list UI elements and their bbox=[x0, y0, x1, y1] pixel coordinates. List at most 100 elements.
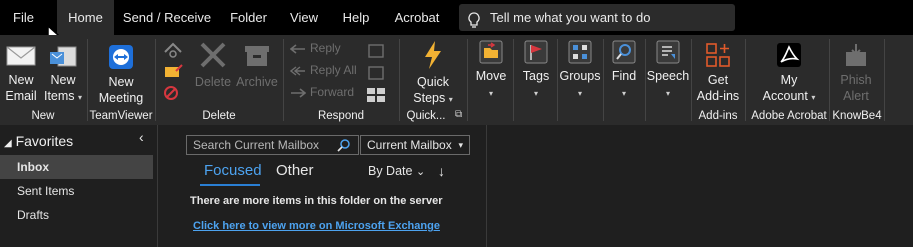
group-divider bbox=[884, 39, 885, 121]
new-email-line1: New bbox=[8, 73, 34, 87]
tags-button[interactable]: Tags ▾ bbox=[516, 40, 556, 102]
message-list: Search Current Mailbox Current Mailbox ▾… bbox=[159, 125, 487, 247]
archive-button[interactable]: Archive bbox=[234, 40, 280, 90]
my-account-line1: My bbox=[780, 73, 798, 87]
chevron-down-icon: ▾ bbox=[78, 93, 83, 102]
reply-all-button[interactable]: Reply All bbox=[289, 60, 357, 80]
tags-label: Tags bbox=[522, 69, 550, 83]
get-addins-line2: Add-ins bbox=[696, 89, 740, 103]
move-folder-icon bbox=[479, 40, 503, 64]
find-label: Find bbox=[611, 69, 637, 83]
search-scope-dropdown[interactable]: Current Mailbox ▾ bbox=[360, 135, 470, 155]
tell-me-text: Tell me what you want to do bbox=[490, 10, 651, 25]
my-account-line2: Account bbox=[762, 89, 808, 103]
search-placeholder: Search Current Mailbox bbox=[193, 138, 320, 152]
clean-up-icon[interactable] bbox=[162, 62, 184, 80]
search-input[interactable]: Search Current Mailbox bbox=[186, 135, 359, 155]
my-account-button[interactable]: My Account ▾ bbox=[750, 42, 828, 106]
get-addins-line1: Get bbox=[707, 73, 729, 87]
new-meeting-button[interactable]: New Meeting bbox=[90, 44, 152, 106]
search-icon[interactable] bbox=[337, 139, 350, 157]
tab-acrobat[interactable]: Acrobat bbox=[381, 0, 453, 35]
magnifier-icon bbox=[612, 40, 636, 64]
reply-button[interactable]: Reply bbox=[289, 38, 341, 58]
group-divider bbox=[399, 39, 400, 121]
quick-steps-line1: Quick bbox=[417, 75, 449, 89]
reply-label: Reply bbox=[310, 41, 341, 55]
quick-steps-button[interactable]: Quick Steps ▾ bbox=[404, 40, 462, 108]
more-respond-icon[interactable] bbox=[366, 87, 386, 103]
new-items-button[interactable]: New Items ▾ bbox=[40, 44, 86, 106]
ribbon: New Email New Items ▾ New New Meeting Te… bbox=[0, 35, 913, 125]
im-reply-icon[interactable] bbox=[368, 66, 384, 80]
tab-view[interactable]: View bbox=[277, 0, 331, 35]
speech-label: Speech bbox=[646, 69, 690, 83]
groups-icon bbox=[568, 40, 592, 64]
chevron-down-icon: ▾ bbox=[533, 89, 538, 98]
envelope-icon bbox=[6, 46, 36, 66]
junk-icon[interactable] bbox=[162, 84, 184, 102]
folder-sent-items[interactable]: Sent Items bbox=[0, 179, 153, 203]
folder-inbox[interactable]: Inbox bbox=[0, 155, 153, 179]
chevron-down-icon: ▾ bbox=[811, 93, 816, 102]
search-scope-value: Current Mailbox bbox=[367, 138, 452, 152]
new-meeting-line1: New bbox=[108, 75, 134, 89]
new-email-button[interactable]: New Email bbox=[2, 44, 40, 104]
archive-icon bbox=[245, 46, 269, 66]
get-addins-button[interactable]: Get Add-ins bbox=[693, 42, 743, 104]
meeting-reply-icon[interactable] bbox=[368, 44, 384, 58]
favorites-header[interactable]: ◢ Favorites bbox=[4, 133, 73, 149]
adobe-acrobat-icon bbox=[777, 43, 801, 67]
collapse-triangle-icon: ◢ bbox=[4, 138, 12, 149]
add-ins-icon bbox=[706, 43, 730, 67]
ribbon-tab-bar: File Home Send / Receive Folder View Hel… bbox=[0, 0, 913, 60]
new-meeting-line2: Meeting bbox=[98, 91, 144, 105]
tab-file[interactable]: File bbox=[0, 0, 47, 35]
new-items-icon bbox=[50, 46, 77, 67]
speech-button[interactable]: Speech ▾ bbox=[646, 40, 690, 102]
tab-help[interactable]: Help bbox=[331, 0, 381, 35]
chevron-down-icon: ▾ bbox=[448, 95, 453, 104]
move-label: Move bbox=[475, 69, 507, 83]
move-button[interactable]: Move ▾ bbox=[471, 40, 511, 102]
server-items-message: There are more items in this folder on t… bbox=[190, 195, 443, 207]
lightning-bolt-icon bbox=[425, 41, 441, 69]
dialog-launcher-icon[interactable]: ⧉ bbox=[455, 109, 462, 120]
archive-label: Archive bbox=[236, 75, 278, 89]
group-divider bbox=[155, 39, 156, 121]
tab-focused[interactable]: Focused bbox=[204, 162, 262, 179]
favorites-label: Favorites bbox=[15, 133, 74, 149]
focused-tab-underline bbox=[200, 184, 260, 186]
delete-button[interactable]: Delete bbox=[192, 40, 234, 90]
teamviewer-icon bbox=[109, 45, 133, 69]
collapse-pane-chevron-icon[interactable]: ‹ bbox=[139, 129, 144, 145]
phish-alert-icon bbox=[846, 44, 866, 66]
group-label-respond: Respond bbox=[317, 110, 365, 122]
tab-folder[interactable]: Folder bbox=[220, 0, 277, 35]
group-label-adobe-acrobat: Adobe Acrobat bbox=[751, 110, 827, 122]
chevron-down-icon: ▾ bbox=[665, 89, 670, 98]
group-label-quick-steps: Quick... bbox=[406, 110, 446, 122]
new-items-line2: Items bbox=[43, 89, 75, 103]
forward-icon bbox=[291, 88, 307, 98]
view-more-exchange-link[interactable]: Click here to view more on Microsoft Exc… bbox=[193, 220, 440, 232]
reply-all-label: Reply All bbox=[310, 63, 357, 77]
new-items-line1: New bbox=[50, 73, 76, 87]
groups-button[interactable]: Groups ▾ bbox=[558, 40, 602, 102]
sort-by-dropdown[interactable]: By Date ⌄ bbox=[368, 164, 425, 178]
find-button[interactable]: Find ▾ bbox=[604, 40, 644, 102]
folder-drafts[interactable]: Drafts bbox=[0, 203, 153, 227]
phish-alert-line1: Phish bbox=[840, 73, 872, 87]
group-divider bbox=[467, 39, 468, 121]
forward-button[interactable]: Forward bbox=[290, 82, 354, 102]
sort-direction-arrow-icon[interactable]: ↓ bbox=[438, 163, 445, 179]
reply-icon bbox=[289, 44, 305, 54]
delete-label: Delete bbox=[194, 75, 232, 89]
tab-other[interactable]: Other bbox=[276, 162, 314, 179]
tab-send-receive[interactable]: Send / Receive bbox=[114, 0, 220, 35]
tell-me-search[interactable]: Tell me what you want to do bbox=[459, 4, 735, 31]
group-label-knowbe4: KnowBe4 bbox=[832, 110, 882, 122]
group-label-delete: Delete bbox=[202, 110, 236, 122]
phish-alert-button[interactable]: Phish Alert bbox=[833, 42, 879, 104]
delete-x-icon bbox=[200, 42, 226, 68]
